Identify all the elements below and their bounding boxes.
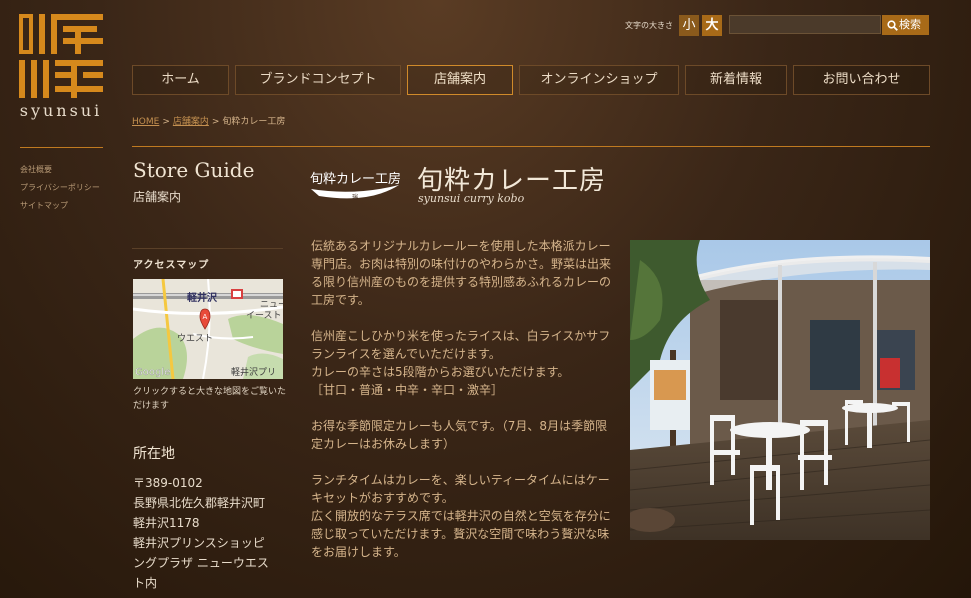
store-logo-small: 瑞 (352, 193, 358, 201)
font-size-label: 文字の大きさ (625, 21, 673, 30)
address-line: ングプラザ ニューウエス (133, 556, 269, 570)
search-button[interactable]: 検索 (882, 15, 929, 35)
search-button-label: 検索 (899, 18, 921, 31)
address-line: 軽井沢1178 (133, 516, 200, 530)
address-line: 軽井沢プリンスショッピ (133, 536, 265, 550)
access-divider (132, 248, 283, 249)
map-label-station: 軽井沢 (187, 291, 218, 304)
nav-stores[interactable]: 店舗案内 (407, 65, 513, 95)
nav-brand-concept[interactable]: ブランドコンセプト (235, 65, 401, 95)
map-label-prince: 軽井沢プリ (231, 366, 276, 378)
map-caption: クリックすると大きな地図をご覧いただけます (133, 387, 287, 411)
description-paragraph: 伝統あるオリジナルカレールーを使用した本格派カレー専門店。お肉は特別の味付けのや… (311, 239, 612, 307)
map-label-west: ウエスト (177, 333, 213, 344)
store-description: 伝統あるオリジナルカレールーを使用した本格派カレー専門店。お肉は特別の味付けのや… (311, 237, 611, 579)
breadcrumb-separator: > (211, 117, 220, 127)
side-divider (20, 147, 103, 148)
nav-online-shop[interactable]: オンラインショップ (519, 65, 679, 95)
font-big-button[interactable]: 大 (702, 15, 722, 36)
address-block: 〒389-0102 長野県北佐久郡軽井沢町 軽井沢1178 軽井沢プリンスショッ… (133, 473, 288, 593)
nav-home[interactable]: ホーム (132, 65, 229, 95)
store-logo-graphic: 旬粋カレー工房 瑞 (310, 171, 401, 201)
access-map-title: アクセスマップ (133, 260, 210, 271)
description-paragraph: お得な季節限定カレーも人気です。（7月、8月は季節限定カレーはお休みします） (311, 419, 608, 451)
font-small-button[interactable]: 小 (679, 15, 699, 36)
logo-text: syunsui (19, 101, 103, 120)
side-link-sitemap[interactable]: サイトマップ (20, 197, 100, 215)
map-marker-label: A (203, 313, 208, 321)
logo-mark-icon (19, 14, 103, 98)
map-graphic: 軽井沢 ニュー イースト ウエスト 軽井沢プリ A Google (133, 279, 283, 379)
store-guide-subtitle: 店舗案内 (133, 190, 182, 204)
search-icon (887, 20, 898, 31)
store-logo: 旬粋カレー工房 瑞 (309, 166, 401, 204)
address-line: ト内 (133, 576, 158, 590)
map-google-label: Google (135, 367, 170, 378)
address-line: 〒389-0102 (133, 476, 203, 490)
search-input[interactable] (729, 15, 881, 34)
access-map-image[interactable]: 軽井沢 ニュー イースト ウエスト 軽井沢プリ A Google (133, 279, 283, 379)
terrace-illustration (630, 240, 930, 540)
store-logo-text: 旬粋カレー工房 (310, 171, 401, 187)
breadcrumb-home[interactable]: HOME (132, 117, 159, 127)
description-paragraph: ランチタイムはカレーを、楽しいティータイムにはケーキセットがおすすめです。 広く… (311, 473, 611, 559)
side-link-privacy[interactable]: プライバシーポリシー (20, 179, 100, 197)
breadcrumb-separator: > (162, 117, 170, 127)
breadcrumb-stores[interactable]: 店舗案内 (173, 117, 209, 127)
brand-logo[interactable]: syunsui (19, 14, 103, 120)
breadcrumb-current: 旬粋カレー工房 (222, 117, 286, 127)
address-line: 長野県北佐久郡軽井沢町 (133, 496, 266, 510)
store-subtitle: syunsui curry kobo (418, 192, 525, 205)
side-links: 会社概要 プライバシーポリシー サイトマップ (20, 161, 100, 215)
store-terrace-photo (630, 240, 930, 540)
breadcrumb: HOME > 店舗案内 > 旬粋カレー工房 (132, 114, 285, 127)
nav-news[interactable]: 新着情報 (685, 65, 787, 95)
map-label-east: イースト (246, 311, 282, 321)
map-label-new: ニュー (260, 300, 283, 310)
main-divider (132, 146, 930, 147)
nav-contact[interactable]: お問い合わせ (793, 65, 930, 95)
side-link-company[interactable]: 会社概要 (20, 161, 100, 179)
description-paragraph: 信州産こしひかり米を使ったライスは、白ライスかサフランライスを選んでいただけます… (311, 329, 611, 397)
address-title: 所在地 (133, 446, 175, 462)
store-guide-title: Store Guide (133, 158, 255, 182)
